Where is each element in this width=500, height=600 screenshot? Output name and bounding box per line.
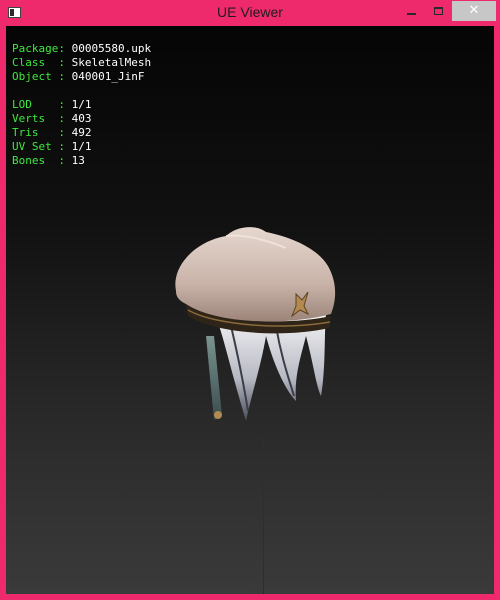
info-verts: Verts : 403 xyxy=(12,112,151,126)
info-lod-value: 1/1 xyxy=(71,98,92,111)
app-window: UE Viewer ✕ Package: 00005580.upk Class … xyxy=(0,0,500,600)
info-bones-value: 13 xyxy=(71,154,85,167)
info-object-key: Object : xyxy=(12,70,65,83)
close-button[interactable]: ✕ xyxy=(452,1,496,21)
maximize-icon xyxy=(434,7,443,15)
minimize-icon xyxy=(407,13,416,15)
minimize-button[interactable] xyxy=(398,1,425,21)
mesh-info-overlay: Package: 00005580.upk Class : SkeletalMe… xyxy=(12,42,151,168)
info-bones: Bones : 13 xyxy=(12,154,151,168)
info-class: Class : SkeletalMesh xyxy=(12,56,151,70)
info-package-value: 00005580.upk xyxy=(71,42,152,55)
close-icon: ✕ xyxy=(468,3,480,18)
hair-mesh-model[interactable] xyxy=(156,196,346,426)
info-verts-value: 403 xyxy=(71,112,92,125)
ribbon-strap-shape xyxy=(206,336,222,420)
info-verts-key: Verts : xyxy=(12,112,65,125)
info-tris-value: 492 xyxy=(71,126,92,139)
z-axis-line xyxy=(263,436,264,594)
info-uvset-value: 1/1 xyxy=(71,140,92,153)
info-package: Package: 00005580.upk xyxy=(12,42,151,56)
title-bar[interactable]: UE Viewer ✕ xyxy=(0,0,500,26)
info-object-value: 040001_JinF xyxy=(71,70,145,83)
info-uvset-key: UV Set : xyxy=(12,140,65,153)
info-tris-key: Tris : xyxy=(12,126,65,139)
info-object: Object : 040001_JinF xyxy=(12,70,151,84)
info-uvset: UV Set : 1/1 xyxy=(12,140,151,154)
maximize-button[interactable] xyxy=(425,1,452,21)
info-tris: Tris : 492 xyxy=(12,126,151,140)
info-lod: LOD : 1/1 xyxy=(12,98,151,112)
ribbon-clasp-shape xyxy=(214,411,222,419)
info-class-key: Class : xyxy=(12,56,65,69)
info-class-value: SkeletalMesh xyxy=(71,56,152,69)
3d-viewport[interactable]: Package: 00005580.upk Class : SkeletalMe… xyxy=(6,26,494,594)
cap-dome-shape xyxy=(175,227,336,322)
info-package-key: Package: xyxy=(12,42,65,55)
info-bones-key: Bones : xyxy=(12,154,65,167)
info-lod-key: LOD : xyxy=(12,98,65,111)
